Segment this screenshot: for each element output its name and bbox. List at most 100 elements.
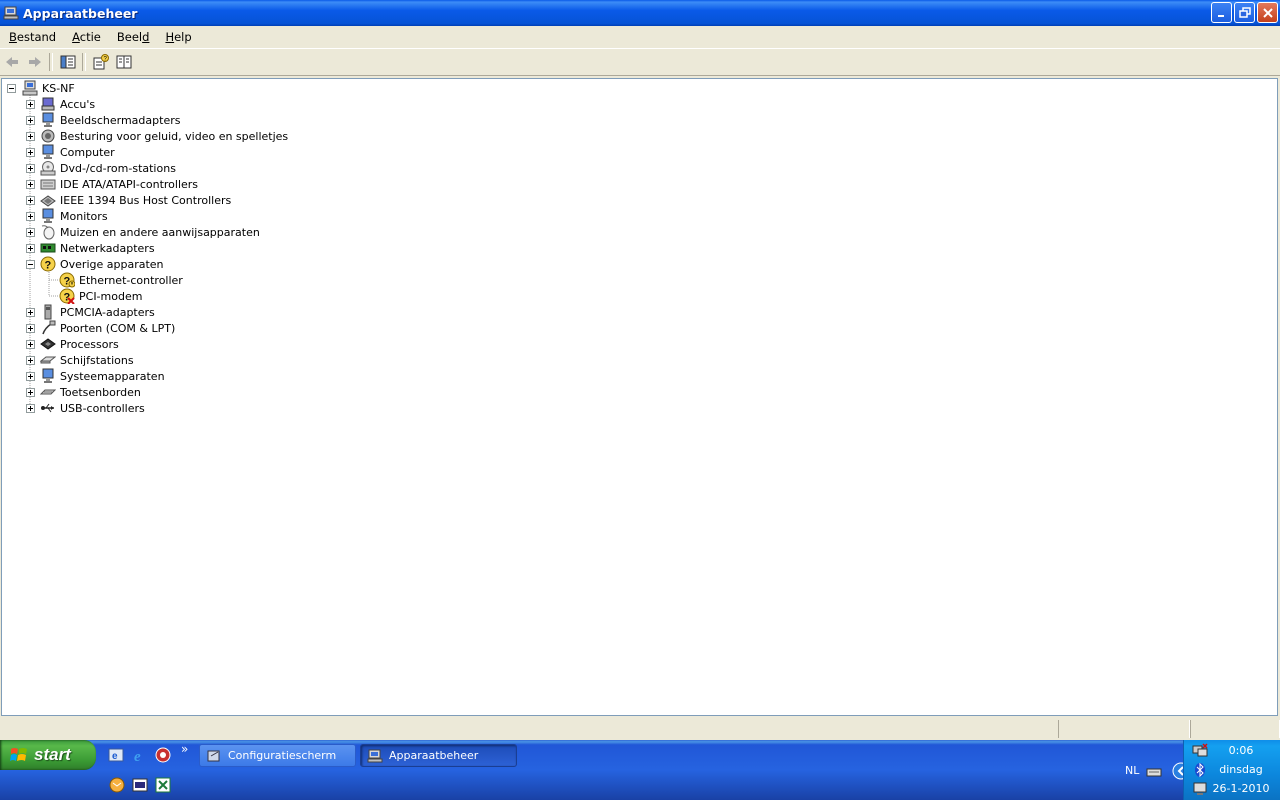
tree-item-computer[interactable]: Computer bbox=[40, 144, 115, 160]
windows-logo-icon bbox=[10, 746, 28, 764]
help-button[interactable] bbox=[113, 51, 135, 73]
tree-item-ieee1394[interactable]: IEEE 1394 Bus Host Controllers bbox=[40, 192, 231, 208]
forward-button[interactable] bbox=[24, 51, 46, 73]
expand-toggle[interactable] bbox=[26, 148, 35, 157]
expand-toggle[interactable] bbox=[26, 212, 35, 221]
back-arrow-icon bbox=[6, 57, 18, 67]
expand-toggle[interactable] bbox=[26, 228, 35, 237]
expand-toggle[interactable] bbox=[26, 244, 35, 253]
device-tree-view[interactable]: KS-NF Accu's Beeldschermadapters Besturi… bbox=[1, 78, 1278, 716]
taskbar-button-label: Configuratiescherm bbox=[228, 749, 337, 762]
tree-item-label: Ethernet-controller bbox=[79, 273, 183, 287]
menu-bar: Bestand Actie Beeld Help bbox=[0, 26, 1280, 49]
window-title: Apparaatbeheer bbox=[23, 5, 138, 21]
minimize-button[interactable] bbox=[1211, 2, 1232, 23]
taskbar-button-apparaatbeheer[interactable]: Apparaatbeheer bbox=[360, 744, 517, 767]
tree-item-processors[interactable]: Processors bbox=[40, 336, 119, 352]
toolbar: ? bbox=[0, 49, 1280, 76]
tree-item-disk-drives[interactable]: Schijfstations bbox=[39, 352, 134, 368]
tree-item-label: Dvd-/cd-rom-stations bbox=[60, 161, 176, 175]
expand-toggle[interactable] bbox=[26, 324, 35, 333]
tree-item-label: Muizen en andere aanwijsapparaten bbox=[60, 225, 260, 239]
expand-toggle[interactable] bbox=[26, 196, 35, 205]
menu-beeld[interactable]: Beeld bbox=[108, 26, 157, 48]
processor-icon bbox=[40, 336, 56, 352]
tree-item-other-devices[interactable]: ? Overige apparaten bbox=[40, 256, 164, 272]
menu-actie[interactable]: Actie bbox=[63, 26, 108, 48]
tree-item-label: Computer bbox=[60, 145, 115, 159]
tree-item-label: Netwerkadapters bbox=[60, 241, 155, 255]
status-panel bbox=[1190, 720, 1280, 738]
quicklaunch-excel-icon[interactable] bbox=[155, 777, 171, 793]
expand-toggle[interactable] bbox=[26, 340, 35, 349]
expand-toggle[interactable] bbox=[26, 388, 35, 397]
tree-item-usb[interactable]: USB-controllers bbox=[40, 400, 145, 416]
expand-toggle[interactable] bbox=[26, 132, 35, 141]
expand-toggle[interactable] bbox=[26, 164, 35, 173]
tree-item-accus[interactable]: Accu's bbox=[40, 96, 95, 112]
taskbar-button-label: Apparaatbeheer bbox=[389, 749, 479, 762]
tree-item-dvd-cd[interactable]: Dvd-/cd-rom-stations bbox=[40, 160, 176, 176]
tree-item-keyboards[interactable]: Toetsenborden bbox=[39, 384, 141, 400]
quicklaunch-mail-icon[interactable] bbox=[109, 777, 125, 793]
quicklaunch-ie-icon[interactable]: e bbox=[108, 747, 124, 763]
tree-item-ports[interactable]: Poorten (COM & LPT) bbox=[40, 320, 175, 336]
tree-item-label: Poorten (COM & LPT) bbox=[60, 321, 176, 335]
properties-icon: ? bbox=[93, 54, 109, 70]
root-collapse-toggle[interactable] bbox=[7, 84, 16, 93]
usb-icon bbox=[40, 400, 56, 416]
display-tray-icon[interactable] bbox=[1192, 781, 1208, 797]
tree-item-network[interactable]: Netwerkadapters bbox=[40, 240, 155, 256]
tree-item-label: IEEE 1394 Bus Host Controllers bbox=[60, 193, 232, 207]
network-tray-icon[interactable] bbox=[1192, 743, 1208, 759]
quicklaunch-media-icon[interactable] bbox=[132, 777, 148, 793]
tree-item-sound-video[interactable]: Besturing voor geluid, video en spelletj… bbox=[40, 128, 288, 144]
language-indicator[interactable]: NL bbox=[1125, 764, 1139, 777]
expand-toggle[interactable] bbox=[26, 116, 35, 125]
keyboard-tray-icon[interactable] bbox=[1146, 764, 1162, 780]
start-button[interactable]: start bbox=[0, 740, 96, 770]
computer-icon bbox=[40, 144, 56, 160]
pcmcia-icon bbox=[40, 304, 56, 320]
quicklaunch-browser-icon[interactable]: e bbox=[132, 747, 148, 765]
back-button[interactable] bbox=[1, 51, 23, 73]
tree-item-pcmcia[interactable]: PCMCIA-adapters bbox=[40, 304, 155, 320]
menu-bestand[interactable]: Bestand bbox=[0, 26, 63, 48]
tree-item-label: PCMCIA-adapters bbox=[60, 305, 155, 319]
tree-item-label: Beeldschermadapters bbox=[60, 113, 181, 127]
tree-item-display-adapters[interactable]: Beeldschermadapters bbox=[40, 112, 180, 128]
tree-item-ide[interactable]: IDE ATA/ATAPI-controllers bbox=[40, 176, 198, 192]
clock-time[interactable]: 0:06 bbox=[1211, 744, 1271, 757]
expand-toggle[interactable] bbox=[26, 372, 35, 381]
quicklaunch-app-icon[interactable] bbox=[155, 747, 171, 763]
collapse-toggle[interactable] bbox=[26, 260, 35, 269]
tree-item-monitors[interactable]: Monitors bbox=[40, 208, 108, 224]
tree-root[interactable]: KS-NF bbox=[22, 80, 75, 96]
system-tray: 0:06 dinsdag 26-1-2010 bbox=[1183, 740, 1280, 800]
clock-day: dinsdag bbox=[1219, 763, 1263, 776]
speaker-icon bbox=[40, 128, 56, 144]
restore-button[interactable] bbox=[1234, 2, 1255, 23]
network-adapter-icon bbox=[40, 240, 56, 256]
tree-item-system-devices[interactable]: Systeemapparaten bbox=[40, 368, 165, 384]
expand-toggle[interactable] bbox=[26, 308, 35, 317]
close-button[interactable] bbox=[1257, 2, 1278, 23]
tree-item-label: PCI-modem bbox=[79, 289, 143, 303]
tree-item-mice[interactable]: Muizen en andere aanwijsapparaten bbox=[40, 224, 260, 240]
device-manager-icon bbox=[3, 5, 19, 21]
menu-help[interactable]: Help bbox=[156, 26, 198, 48]
tree-item-pci-modem[interactable]: ? PCI-modem bbox=[59, 288, 143, 305]
minimize-icon bbox=[1217, 14, 1224, 17]
show-hide-console-tree-button[interactable] bbox=[57, 51, 79, 73]
expand-toggle[interactable] bbox=[26, 404, 35, 413]
bluetooth-tray-icon[interactable] bbox=[1192, 762, 1208, 778]
expand-toggle[interactable] bbox=[26, 180, 35, 189]
expand-toggle[interactable] bbox=[26, 100, 35, 109]
taskbar-button-configuratiescherm[interactable]: Configuratiescherm bbox=[199, 744, 356, 767]
tree-item-ethernet-controller[interactable]: ? Ethernet-controller bbox=[59, 272, 183, 288]
expand-toggle[interactable] bbox=[26, 356, 35, 365]
title-bar[interactable]: Apparaatbeheer bbox=[0, 0, 1280, 26]
quicklaunch-chevron[interactable]: » bbox=[181, 742, 188, 756]
toolbar-separator bbox=[49, 53, 53, 71]
properties-button[interactable]: ? bbox=[90, 51, 112, 73]
